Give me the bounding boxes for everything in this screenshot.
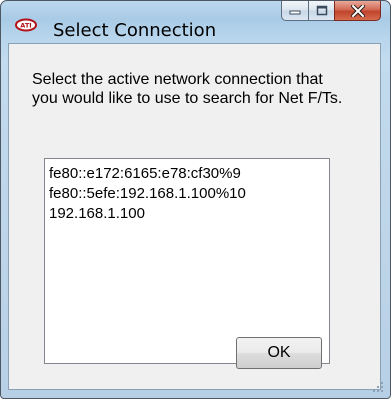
- maximize-button[interactable]: [308, 1, 334, 21]
- connection-list[interactable]: fe80::e172:6165:e78:cf30%9 fe80::5efe:19…: [44, 158, 330, 364]
- dialog-window: ATI Select Connection Select the active …: [0, 0, 391, 399]
- maximize-icon: [316, 5, 327, 16]
- connection-item[interactable]: fe80::e172:6165:e78:cf30%9: [49, 164, 329, 184]
- close-icon: [350, 4, 365, 17]
- connection-item[interactable]: 192.168.1.100: [49, 204, 329, 224]
- window-title: Select Connection: [53, 20, 217, 41]
- instruction-text: Select the active network connection tha…: [32, 71, 343, 107]
- close-button[interactable]: [334, 1, 381, 21]
- ati-logo-icon: ATI: [15, 18, 37, 32]
- svg-text:ATI: ATI: [20, 22, 31, 30]
- resize-grip-icon[interactable]: [372, 381, 384, 393]
- minimize-icon: [289, 10, 301, 14]
- title-bar[interactable]: ATI Select Connection: [1, 1, 390, 43]
- minimize-button[interactable]: [281, 1, 308, 21]
- ok-button[interactable]: OK: [236, 337, 322, 369]
- caption-buttons: [281, 1, 381, 22]
- connection-item[interactable]: fe80::5efe:192.168.1.100%10: [49, 184, 329, 204]
- dialog-client-area: Select the active network connection tha…: [8, 43, 381, 390]
